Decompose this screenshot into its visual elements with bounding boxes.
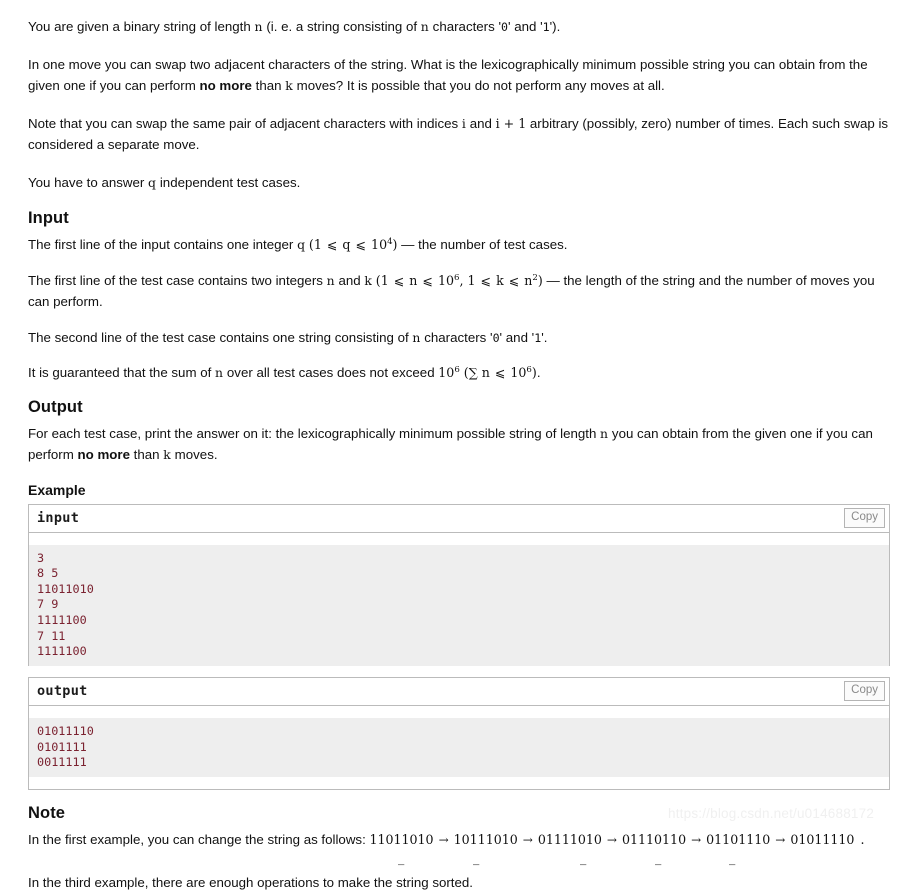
swap-underline-mark: _	[729, 849, 736, 865]
variable-n: n	[215, 365, 224, 381]
sample-output-title: output	[37, 683, 88, 700]
constraint-n-k: (1 ⩽ n ⩽ 106, 1 ⩽ k ⩽ n2)	[375, 272, 543, 288]
input-l3-text-d: '.	[541, 329, 548, 345]
stmt-p3-text-b: and	[466, 115, 496, 131]
statement-paragraph-1: You are given a binary string of length …	[28, 16, 890, 38]
literal-zero: 0	[492, 330, 500, 345]
input-l4-text-c: .	[536, 365, 541, 381]
input-l4-text-b: over all test cases does not exceed	[223, 365, 439, 381]
sample-output-header: output Copy	[29, 678, 889, 707]
variable-n: n	[412, 329, 421, 345]
chain-period: .	[860, 831, 865, 847]
output-l1-text-d: moves.	[170, 447, 218, 463]
stmt-p1-text-c: characters '	[428, 19, 501, 34]
swap-underline-mark: _	[580, 849, 587, 865]
expression-i-plus-1: i + 1	[495, 115, 527, 131]
constraint-q: (1 ⩽ q ⩽ 104)	[308, 237, 398, 253]
arrow-icon: →	[438, 832, 449, 847]
copy-input-button[interactable]: Copy	[844, 507, 885, 528]
stmt-p4-text-a: You have to answer	[28, 174, 149, 190]
input-l3-text-c: ' and '	[499, 329, 535, 345]
stmt-p3-text-a: Note that you can swap the same pair of …	[28, 115, 462, 131]
stmt-p1-text-e: ').	[549, 19, 561, 34]
watermark: https://blog.csdn.net/u014688172	[668, 806, 875, 821]
sample-test-output: output Copy 01011110 0101111 0011111	[28, 677, 890, 790]
chain-string: 01111010	[537, 831, 602, 847]
stmt-p2-text-b: than	[251, 78, 286, 94]
emphasis-no-more: no more	[77, 447, 130, 463]
arrow-icon: →	[522, 832, 533, 847]
chain-string: 11011010	[369, 831, 434, 847]
sample-output-content: 01011110 0101111 0011111	[29, 718, 889, 777]
copy-output-button[interactable]: Copy	[844, 681, 885, 702]
chain-string: 01110110	[621, 831, 687, 847]
arrow-icon: →	[691, 832, 702, 847]
sample-test-input: input Copy 3 8 5 11011010 7 9 1111100 7 …	[28, 503, 890, 666]
input-l3-text-a: The second line of the test case contain…	[28, 329, 413, 345]
variable-q: q	[148, 174, 157, 190]
stmt-p1-text-d: ' and '	[507, 19, 543, 34]
variable-k: k	[285, 78, 293, 94]
section-heading-input: Input	[28, 209, 69, 228]
input-line-1: The first line of the input contains one…	[28, 234, 890, 256]
output-line-1: For each test case, print the answer on …	[28, 423, 890, 466]
input-line-2: The first line of the test case contains…	[28, 272, 875, 310]
stmt-p1-text-b: (i. e. a string consisting of	[262, 19, 421, 34]
sample-input-content: 3 8 5 11011010 7 9 1111100 7 11 1111100	[29, 544, 889, 666]
stmt-p1-text-a: You are given a binary string of length	[28, 19, 255, 34]
swap-underline-row: _ _ _ _ _	[28, 850, 890, 872]
note-line-2: In the third example, there are enough o…	[28, 874, 473, 890]
input-l4-text-a: It is guaranteed that the sum of	[28, 365, 216, 381]
swap-underline-mark: _	[655, 849, 662, 865]
section-heading-output: Output	[28, 397, 83, 416]
stmt-p2-text-c: moves? It is possible that you do not pe…	[292, 78, 665, 94]
emphasis-no-more: no more	[199, 78, 252, 94]
statement-paragraph-4: You have to answer q independent test ca…	[28, 172, 890, 194]
variable-n: n	[600, 425, 609, 441]
problem-statement-page: You are given a binary string of length …	[0, 0, 906, 893]
section-heading-example: Example	[28, 481, 86, 498]
chain-string: 10111010	[453, 831, 518, 847]
input-l3-text-b: characters '	[420, 329, 493, 345]
output-l1-text-c: than	[129, 447, 164, 463]
variable-n: n	[254, 19, 263, 34]
note-l1-prefix: In the first example, you can change the…	[28, 831, 370, 847]
swap-underline-mark: _	[398, 849, 405, 865]
constraint-sum-n: 106 (∑ n ⩽ 106)	[438, 365, 537, 381]
sample-input-header: input Copy	[29, 504, 889, 533]
transformation-chain: 11011010 → 10111010 → 01111010 → 01110110 → 0110…	[369, 832, 864, 847]
swap-underline-mark: _	[473, 849, 480, 865]
literal-zero: 0	[501, 20, 508, 34]
variable-k: k	[364, 272, 373, 288]
literal-one: 1	[542, 20, 550, 34]
stmt-p4-text-b: independent test cases.	[156, 174, 301, 190]
chain-string: 01101110	[706, 831, 771, 847]
arrow-icon: →	[775, 832, 786, 847]
input-l2-text-a: The first line of the test case contains…	[28, 272, 327, 288]
chain-string: 01011110	[790, 831, 855, 847]
variable-n: n	[420, 19, 429, 34]
note-line-1: In the first example, you can change the…	[28, 829, 890, 850]
statement-paragraph-2: In one move you can swap two adjacent ch…	[28, 54, 890, 97]
output-l1-text-a: For each test case, print the answer on …	[28, 425, 601, 441]
input-line-3: The second line of the test case contain…	[28, 327, 890, 349]
statement-paragraph-3: Note that you can swap the same pair of …	[28, 113, 890, 156]
variable-k: k	[163, 447, 171, 463]
arrow-icon: →	[606, 832, 617, 847]
input-l1-text-b: — the number of test cases.	[397, 237, 568, 253]
variable-q: q	[297, 237, 306, 253]
sample-input-title: input	[37, 509, 80, 526]
variable-n: n	[326, 272, 335, 288]
input-l1-text-a: The first line of the input contains one…	[28, 237, 298, 253]
input-line-4: It is guaranteed that the sum of n over …	[28, 362, 890, 384]
